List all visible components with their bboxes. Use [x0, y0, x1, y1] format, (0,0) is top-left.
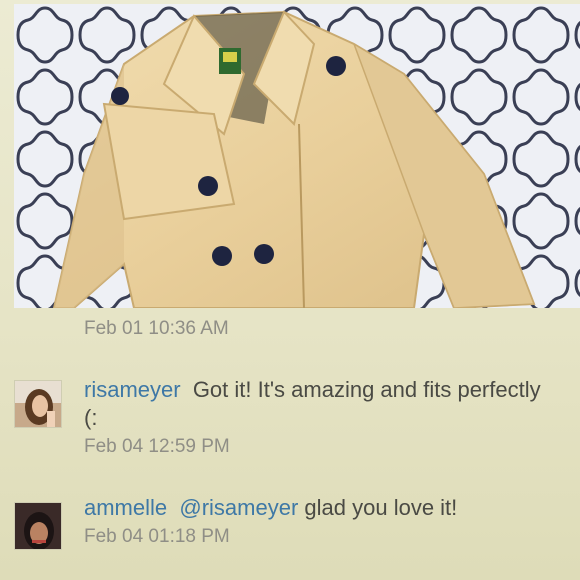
avatar[interactable] — [14, 502, 62, 550]
comment-mention[interactable]: @risameyer — [179, 495, 298, 520]
comment-timestamp: Feb 04 12:59 PM — [84, 436, 230, 457]
comment-text: glad you love it! — [304, 495, 458, 520]
avatar[interactable] — [14, 380, 62, 428]
user-avatar-icon — [15, 503, 61, 549]
user-avatar-icon — [15, 381, 61, 427]
comment-username[interactable]: risameyer — [84, 377, 181, 402]
comment-timestamp: Feb 04 01:18 PM — [84, 526, 230, 547]
listing-timestamp: Feb 01 10:36 AM — [84, 318, 229, 339]
comment-username[interactable]: ammelle — [84, 495, 167, 520]
coat-image — [14, 4, 580, 308]
listing-photo[interactable] — [14, 4, 580, 308]
